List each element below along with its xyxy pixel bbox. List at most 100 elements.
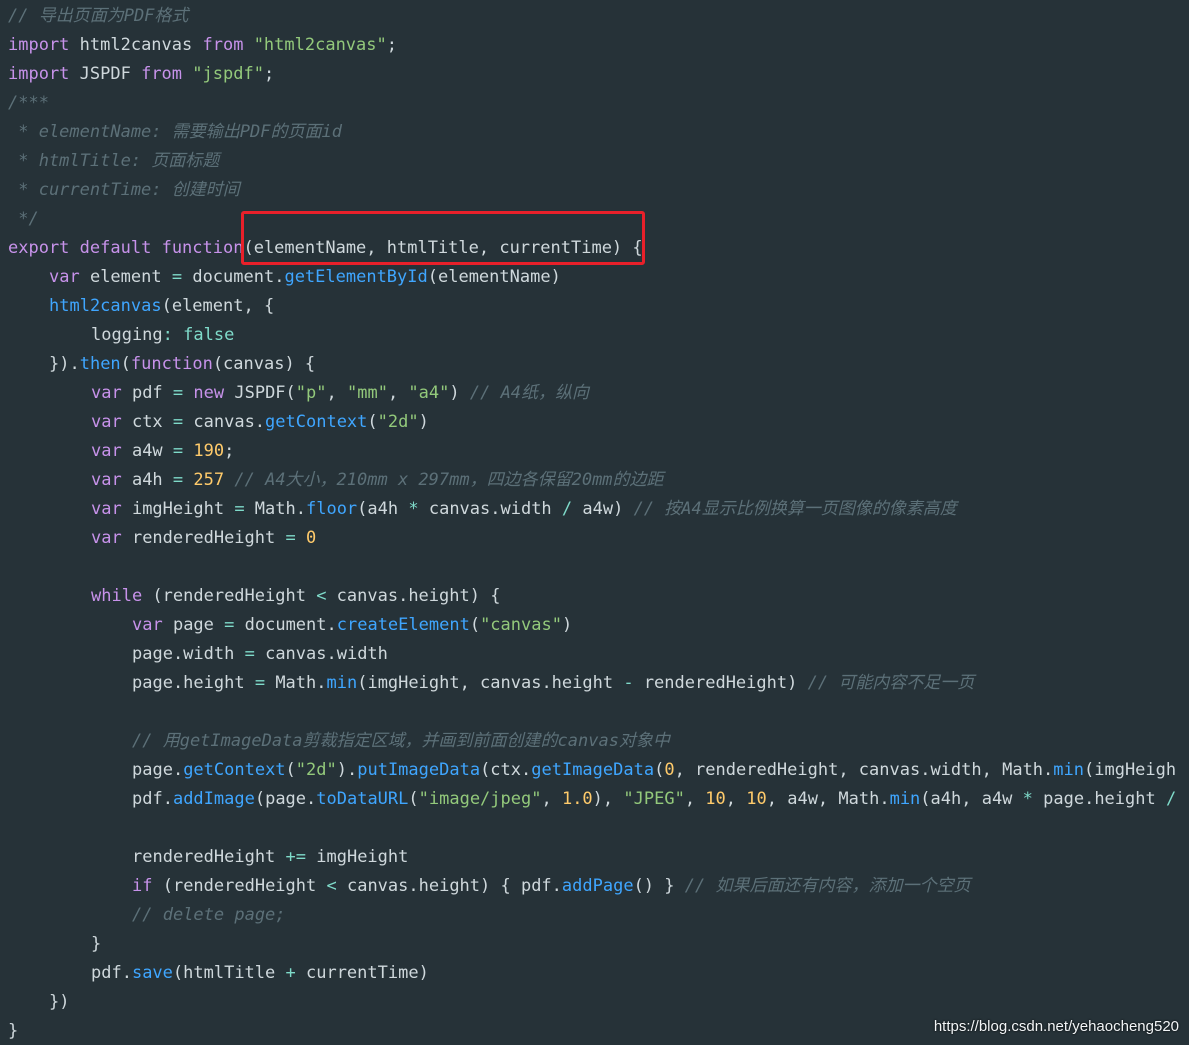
code-token: (renderedHeight (152, 876, 327, 896)
code-token: * htmlTitle: 页面标题 (8, 151, 220, 171)
code-token: logging (91, 325, 163, 345)
code-token: putImageData (357, 760, 481, 780)
code-token: "2d" (377, 412, 419, 432)
code-line-30: renderedHeight += imgHeight (8, 843, 1176, 872)
code-token: min (889, 789, 921, 809)
code-token: // 用getImageData剪裁指定区域，并画到前面创建的canvas对象中 (132, 731, 670, 751)
code-token: false (183, 325, 235, 345)
code-token: , (541, 789, 562, 809)
code-token: currentTime) (295, 963, 429, 983)
code-token: 190 (193, 441, 225, 461)
code-token: import (8, 64, 70, 84)
code-token: 257 (193, 470, 225, 490)
code-token: = (172, 412, 184, 432)
code-token: new (193, 383, 225, 403)
code-token: (htmlTitle (172, 963, 286, 983)
code-token: canvas. (183, 412, 266, 432)
code-token: "a4" (408, 383, 450, 403)
code-line-3: import JSPDF from "jspdf"; (8, 60, 1176, 89)
code-token: pdf (121, 383, 173, 403)
code-line-33: } (8, 930, 1176, 959)
code-token: min (326, 673, 358, 693)
code-token: * (1022, 789, 1033, 809)
code-token: element (79, 267, 172, 287)
code-token: "2d" (295, 760, 337, 780)
code-token: var (91, 499, 122, 519)
code-token: Math. (265, 673, 327, 693)
code-editor: // 导出页面为PDF格式 import html2canvas from "ht… (0, 0, 1189, 1045)
code-token: // A4纸，纵向 (469, 383, 590, 403)
code-line-13: }).then(function(canvas) { (8, 350, 1176, 379)
code-token: }) (49, 992, 70, 1012)
code-token: (element, { (161, 296, 275, 316)
code-token: from (141, 64, 183, 84)
code-token: , a4w, Math. (766, 789, 890, 809)
code-token: imgHeight (306, 847, 409, 867)
code-token: "html2canvas" (253, 35, 387, 55)
code-token: JSPDF( (224, 383, 296, 403)
code-token: function (130, 354, 213, 374)
code-token: }). (49, 354, 80, 374)
code-line-17: var a4h = 257 // A4大小，210mm x 297mm，四边各保… (8, 466, 1176, 495)
code-line-7: * currentTime: 创建时间 (8, 176, 1176, 205)
code-token: while (91, 586, 143, 606)
code-token: html2canvas (69, 35, 203, 55)
code-token: canvas.height) { (326, 586, 501, 606)
code-token: = (172, 470, 184, 490)
code-token: (a4h (357, 499, 409, 519)
code-line-14: var pdf = new JSPDF("p", "mm", "a4") // … (8, 379, 1176, 408)
code-token: var (91, 412, 122, 432)
code-token: import (8, 35, 70, 55)
code-token: (canvas) { (212, 354, 316, 374)
code-token: : (162, 325, 173, 345)
code-line-27: page.getContext("2d").putImageData(ctx.g… (8, 756, 1176, 785)
code-token: = (244, 644, 255, 664)
code-token: var (91, 470, 122, 490)
code-token: document. (234, 615, 337, 635)
code-token: (elementName) (427, 267, 561, 287)
code-token: () } (633, 876, 685, 896)
code-token: getImageData (531, 760, 655, 780)
code-token: < (326, 876, 337, 896)
code-token: var (49, 267, 80, 287)
code-token: = (172, 441, 184, 461)
code-token: // 如果后面还有内容，添加一个空页 (684, 876, 971, 896)
code-token: (imgHeigh (1084, 760, 1177, 780)
code-token: ( (285, 760, 296, 780)
code-token: */ (8, 209, 39, 229)
code-line-21: while (renderedHeight < canvas.height) { (8, 582, 1176, 611)
code-block: // 导出页面为PDF格式 import html2canvas from "ht… (8, 2, 1176, 1045)
code-token: (page. (254, 789, 317, 809)
code-token: + (285, 963, 296, 983)
code-line-2: import html2canvas from "html2canvas"; (8, 31, 1176, 60)
code-token: "image/jpeg" (418, 789, 542, 809)
code-token: ; (263, 64, 275, 84)
code-token: ( (120, 354, 131, 374)
code-token: - (623, 673, 634, 693)
code-token: var (91, 383, 122, 403)
code-token: from (202, 35, 244, 55)
code-token: addPage (561, 876, 634, 896)
code-token: = (285, 528, 296, 548)
code-line-26: // 用getImageData剪裁指定区域，并画到前面创建的canvas对象中 (8, 727, 1176, 756)
code-token: = (224, 615, 235, 635)
code-token: (renderedHeight (142, 586, 317, 606)
code-token: // 可能内容不足一页 (807, 673, 975, 693)
code-token: imgHeight (121, 499, 235, 519)
code-token: renderedHeight (121, 528, 286, 548)
code-line-28: pdf.addImage(page.toDataURL("image/jpeg"… (8, 785, 1176, 814)
code-token: page.height (132, 673, 255, 693)
code-token: , (684, 789, 706, 809)
code-token: save (131, 963, 173, 983)
code-token: // 按A4显示比例换算一页图像的像素高度 (633, 499, 957, 519)
code-token: export (8, 238, 70, 258)
code-token: * (408, 499, 419, 519)
code-token: "jspdf" (192, 64, 264, 84)
code-token: ( (408, 789, 419, 809)
